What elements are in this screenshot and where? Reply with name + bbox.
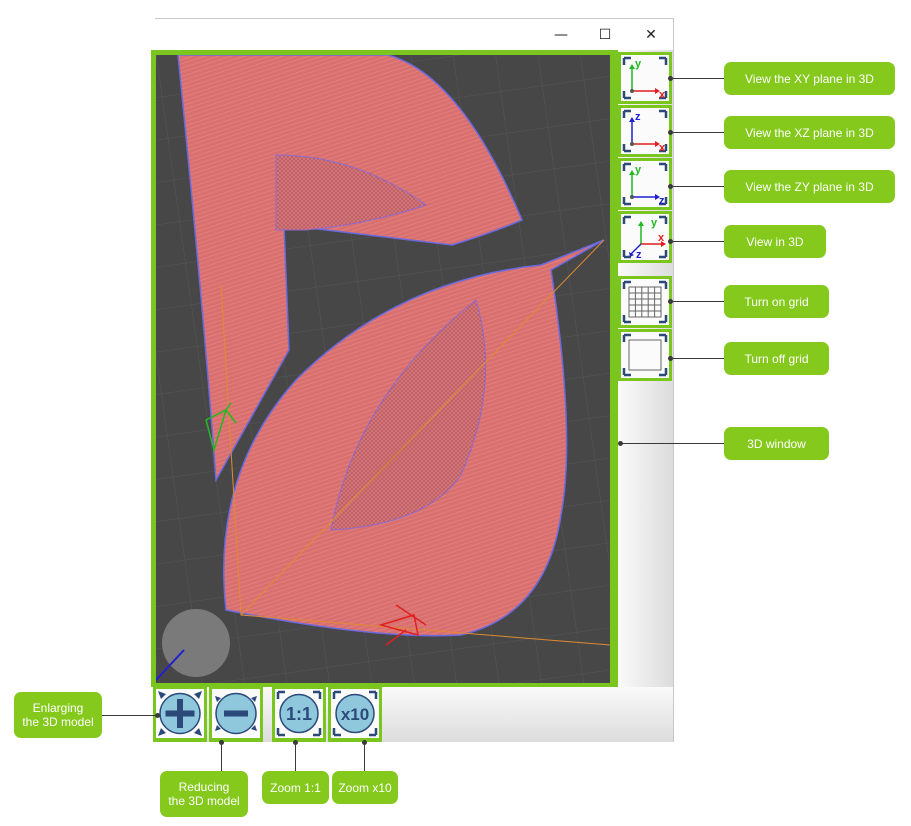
axis-label-x: x [659, 89, 666, 101]
callout-connector [670, 78, 725, 79]
callout-grid-on: Turn on grid [724, 285, 829, 318]
callout-connector [670, 358, 725, 359]
plus-icon [158, 691, 202, 736]
close-button[interactable]: ✕ [628, 19, 674, 51]
zoom-x10-button[interactable]: x10 [328, 686, 382, 742]
3d-scene [156, 55, 610, 683]
view-xz-button[interactable]: z x [618, 105, 672, 157]
callout-grid-off: Turn off grid [724, 342, 829, 375]
grid-off-icon [622, 333, 668, 377]
minimize-icon: — [554, 27, 568, 43]
minimize-button[interactable]: — [538, 19, 584, 51]
maximize-button[interactable]: ☐ [582, 19, 628, 51]
grid-off-button[interactable] [618, 329, 672, 381]
callout-view-3d: View in 3D [724, 225, 826, 258]
grid-on-button[interactable] [618, 276, 672, 328]
callout-dot [668, 184, 673, 189]
view-xy-button[interactable]: y x [618, 52, 672, 104]
axis-label-y: y [635, 58, 642, 70]
callout-zoom-1-1: Zoom 1:1 [262, 771, 329, 804]
viewport-frame [151, 50, 619, 687]
axis-label-z: z [635, 111, 641, 123]
callout-dot [668, 76, 673, 81]
callout-dot [668, 130, 673, 135]
callout-dot [668, 299, 673, 304]
callout-connector [670, 301, 725, 302]
axis-label-y: y [651, 217, 658, 229]
callout-zoom-in: Enlarging the 3D model [14, 692, 102, 738]
maximize-icon: ☐ [598, 27, 612, 43]
callout-view-xz: View the XZ plane in 3D [724, 116, 895, 149]
close-icon: ✕ [645, 27, 657, 43]
callout-connector [670, 132, 725, 133]
callout-view-xy: View the XY plane in 3D [724, 62, 895, 95]
zoom-1-1-label: 1:1 [286, 704, 312, 724]
callout-dot [293, 740, 298, 745]
callout-connector [620, 443, 725, 444]
axis-label-z: z [636, 249, 642, 260]
callout-dot [219, 740, 224, 745]
callout-connector [670, 241, 725, 242]
zoom-1-1-button[interactable]: 1:1 [272, 686, 326, 742]
callout-dot [155, 713, 160, 718]
callout-connector [221, 742, 222, 772]
callout-connector [670, 186, 725, 187]
callout-3d-window: 3D window [724, 427, 829, 460]
origin-sphere [162, 609, 230, 677]
minus-icon [215, 692, 257, 735]
view-zy-button[interactable]: y z [618, 158, 672, 210]
callout-dot [618, 441, 623, 446]
zoom-x10-label: x10 [341, 705, 369, 724]
axis-label-x: x [658, 232, 665, 244]
callout-view-zy: View the ZY plane in 3D [724, 170, 895, 203]
callout-connector [295, 742, 296, 772]
zoom-1-1-icon: 1:1 [276, 690, 322, 737]
zoom-out-button[interactable] [209, 686, 263, 742]
axis-label-x: x [659, 142, 666, 154]
title-bar: — ☐ ✕ [155, 19, 673, 51]
view-3d-button[interactable]: y x z [618, 211, 672, 263]
axes-xz-icon: z x [622, 109, 668, 154]
axis-label-y: y [635, 164, 642, 176]
callout-connector [101, 715, 157, 716]
callout-dot [668, 356, 673, 361]
callout-connector [364, 742, 365, 772]
axis-label-z: z [659, 195, 665, 207]
axes-xy-icon: y x [622, 56, 668, 101]
zoom-x10-icon: x10 [332, 690, 378, 737]
3d-window[interactable] [156, 55, 610, 683]
callout-zoom-x10: Zoom x10 [332, 771, 398, 804]
axes-zy-icon: y z [622, 162, 668, 207]
callout-dot [362, 740, 367, 745]
grid-on-icon [622, 280, 668, 324]
zoom-in-button[interactable] [153, 686, 207, 742]
callout-dot [668, 239, 673, 244]
callout-zoom-out: Reducing the 3D model [160, 771, 248, 817]
axes-3d-icon: y x z [622, 215, 668, 261]
